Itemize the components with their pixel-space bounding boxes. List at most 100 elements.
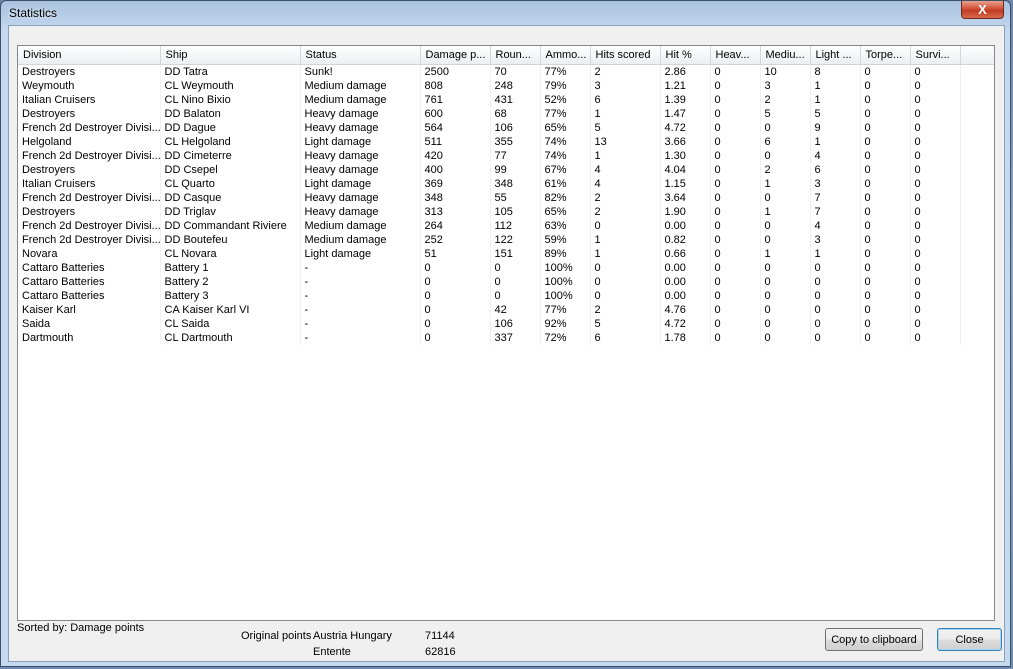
table-cell: CL Weymouth [160, 78, 301, 93]
column-header-6[interactable]: Hits scored [590, 46, 661, 65]
table-cell: 0 [860, 288, 911, 303]
statistics-list[interactable]: Division Ship Status Damage p... Roun... Ammo… [17, 45, 995, 621]
title-bar[interactable]: Statistics X [1, 1, 1010, 25]
close-icon[interactable]: X [961, 1, 1004, 19]
column-header-8[interactable]: Heav... [710, 46, 761, 65]
table-cell: 70 [490, 64, 541, 79]
table-row[interactable]: Italian Cruisers CL Nino Bixio Medium dama… [18, 92, 994, 107]
column-header-3[interactable]: Damage p... [420, 46, 491, 65]
statistics-table: Division Ship Status Damage p... Roun... Ammo… [18, 46, 994, 345]
table-cell: 74% [540, 148, 591, 163]
table-row[interactable]: Cattaro Batteries Battery 2-0 0 100% 0 0.00 0 0… [18, 274, 994, 289]
close-button[interactable]: Close [937, 628, 1002, 651]
table-cell: 1.78 [660, 330, 711, 345]
table-cell: - [300, 260, 421, 275]
table-row[interactable]: Dartmouth CL Dartmouth -0 337 72% 6 1.78 0 0 0 0 0 [18, 330, 994, 345]
table-cell: 0 [860, 302, 911, 317]
table-cell: 1.39 [660, 92, 711, 107]
column-header-13[interactable] [960, 46, 994, 65]
table-cell: 5 [760, 106, 811, 121]
table-cell: 0 [710, 218, 761, 233]
table-row[interactable]: Cattaro Batteries Battery 1-0 0 100% 0 0.00 0 0… [18, 260, 994, 275]
table-cell: French 2d Destroyer Divisi... [18, 218, 161, 233]
table-cell: Medium damage [300, 78, 421, 93]
table-cell: 0 [590, 274, 661, 289]
table-row[interactable]: Saida CL Saida -0 106 92% 5 4.72 0 0 0 0 0 [18, 316, 994, 331]
table-cell: 0 [760, 260, 811, 275]
column-header-9[interactable]: Mediu... [760, 46, 811, 65]
table-cell: 264 [420, 218, 491, 233]
table-cell: 0 [910, 246, 961, 261]
column-header-5[interactable]: Ammo... [540, 46, 591, 65]
table-cell [960, 246, 994, 261]
table-cell: 0 [910, 330, 961, 345]
table-cell: 1 [760, 176, 811, 191]
table-row[interactable]: French 2d Destroyer Divisi... DD Cimeterr… [18, 148, 994, 163]
table-row[interactable]: Helgoland CL Helgoland Light damage 511 355 7… [18, 134, 994, 149]
table-cell: 0 [710, 316, 761, 331]
table-cell: 100% [540, 274, 591, 289]
table-cell: DD Dague [160, 120, 301, 135]
table-cell: 0 [860, 260, 911, 275]
column-header-2[interactable]: Status [300, 46, 421, 65]
table-cell [960, 330, 994, 345]
table-row[interactable]: Italian Cruisers CL Quarto Light damage 369… [18, 176, 994, 191]
table-row[interactable]: French 2d Destroyer Divisi... DD Boutefeu… [18, 232, 994, 247]
table-cell: - [300, 274, 421, 289]
table-cell: Sunk! [300, 64, 421, 79]
table-cell: 3.64 [660, 190, 711, 205]
copy-to-clipboard-button[interactable]: Copy to clipboard [825, 628, 923, 651]
table-cell: 100% [540, 260, 591, 275]
table-cell: 5 [590, 120, 661, 135]
table-row[interactable]: French 2d Destroyer Divisi... DD Casque He… [18, 190, 994, 205]
statistics-window: Statistics X Division Ship Status Damage p.… [0, 0, 1011, 667]
table-cell: 0 [420, 302, 491, 317]
table-row[interactable]: Destroyers DD Tatra Sunk! 2500 70 77% 2 2.86 0 10… [18, 64, 994, 79]
column-header-12[interactable]: Survi... [910, 46, 961, 65]
table-cell: 0 [590, 260, 661, 275]
table-cell: Light damage [300, 246, 421, 261]
table-cell: DD Cimeterre [160, 148, 301, 163]
table-cell: 51 [420, 246, 491, 261]
table-cell: 0 [710, 190, 761, 205]
table-cell: 0 [910, 232, 961, 247]
table-cell: 2500 [420, 64, 491, 79]
side1-points: 71144 [425, 630, 455, 642]
table-row[interactable]: Kaiser Karl CA Kaiser Karl VI -0 42 77% 2 4.76… [18, 302, 994, 317]
table-row[interactable]: Cattaro Batteries Battery 3-0 0 100% 0 0.00 0 0… [18, 288, 994, 303]
table-cell: 0 [910, 190, 961, 205]
table-row[interactable]: French 2d Destroyer Divisi... DD Commanda… [18, 218, 994, 233]
table-cell: Destroyers [18, 204, 161, 219]
table-cell: Heavy damage [300, 106, 421, 121]
table-cell: 0 [910, 92, 961, 107]
table-row[interactable]: Destroyers DD Csepel Heavy damage 400 99 67% 4… [18, 162, 994, 177]
column-header-4[interactable]: Roun... [490, 46, 541, 65]
table-cell: 0 [860, 64, 911, 79]
table-cell: 0 [910, 260, 961, 275]
column-header-10[interactable]: Light ... [810, 46, 861, 65]
table-cell: 348 [420, 190, 491, 205]
table-cell: - [300, 288, 421, 303]
column-header-11[interactable]: Torpe... [860, 46, 911, 65]
table-row[interactable]: Weymouth CL Weymouth Medium damage 808 248 79… [18, 78, 994, 93]
column-header-0[interactable]: Division [18, 46, 161, 65]
table-cell: 7 [810, 190, 861, 205]
table-cell: 0 [710, 288, 761, 303]
table-row[interactable]: French 2d Destroyer Divisi... DD Dague Hea… [18, 120, 994, 135]
table-cell: 0 [860, 134, 911, 149]
table-cell: 0 [810, 288, 861, 303]
table-cell: 4 [810, 148, 861, 163]
table-cell: 0 [710, 64, 761, 79]
table-cell: Heavy damage [300, 148, 421, 163]
table-cell: CL Novara [160, 246, 301, 261]
table-cell: 0 [910, 148, 961, 163]
table-cell: Italian Cruisers [18, 92, 161, 107]
column-header-7[interactable]: Hit % [660, 46, 711, 65]
table-row[interactable]: Destroyers DD Balaton Heavy damage 600 68 77%… [18, 106, 994, 121]
table-row[interactable]: Novara CL Novara Light damage 51 151 89% 1 0.66… [18, 246, 994, 261]
column-header-1[interactable]: Ship [160, 46, 301, 65]
table-cell: 0 [860, 92, 911, 107]
table-row[interactable]: Destroyers DD Triglav Heavy damage 313 105 65… [18, 204, 994, 219]
table-cell: 0 [590, 218, 661, 233]
table-cell: 4 [590, 162, 661, 177]
